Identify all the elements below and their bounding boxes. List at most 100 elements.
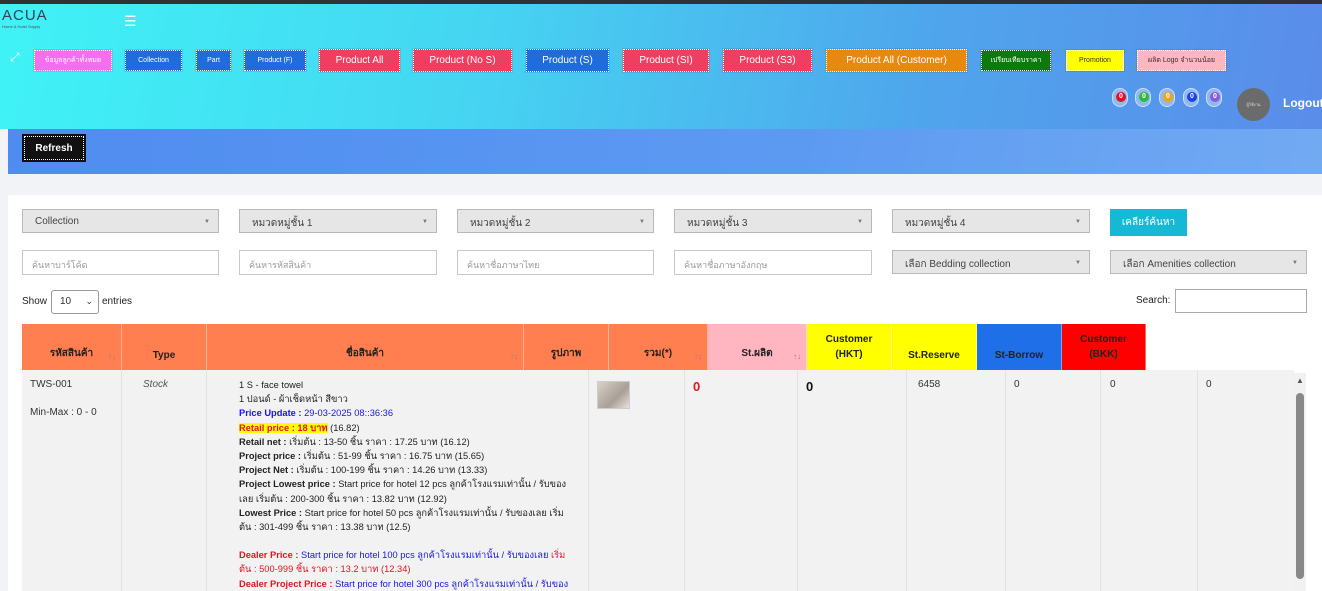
brand-name: ACUA [2, 7, 48, 24]
notification-count: 0 [1116, 92, 1126, 102]
column-header-label: Customer [825, 334, 873, 345]
scroll-up-icon[interactable]: ▲ [1296, 376, 1304, 385]
brand-tagline: Home & Hotel Supply [2, 24, 41, 29]
bedding-collection-select[interactable]: เลือก Bedding collection ▼ [892, 250, 1090, 274]
notification-badge[interactable]: 0 [1206, 88, 1222, 107]
nav-button-5[interactable]: Product (No S) [412, 48, 513, 73]
product-image[interactable] [597, 381, 630, 409]
column-header-label: St.ผลิต [741, 348, 773, 359]
column-header-label: Customer [1080, 334, 1127, 345]
scrollbar-thumb[interactable] [1296, 393, 1304, 579]
thai-name-search-input[interactable]: ค้นหาชื่อภาษาไทย [457, 250, 654, 275]
sort-icon[interactable]: ↑↓ [510, 352, 518, 361]
column-header-label: St-Borrow [994, 350, 1044, 361]
column-header-2[interactable]: ชื่อสินค้า ↑↓ [207, 324, 524, 370]
clear-search-button[interactable]: เคลียร์ค้นหา [1110, 209, 1187, 236]
st-borrow: 0 [1110, 379, 1116, 390]
collection-select-value: Collection [35, 216, 79, 227]
price-update: Price Update : 29-03-2025 08::36:36 [239, 406, 584, 420]
entries-per-page-select[interactable]: 10 ⌄ [51, 290, 99, 314]
column-header-5[interactable]: St.ผลิต ↑↓ [708, 324, 807, 370]
column-header-9: Customer (BKK) [1062, 324, 1146, 370]
category-2-select[interactable]: หมวดหมู่ชั้น 2 ▼ [457, 209, 654, 233]
notification-badge[interactable]: 0 [1135, 88, 1151, 107]
project-lowest-value-2: เลย เริ่มต้น : 200-300 ชิ้น ราคา : 13.82… [239, 493, 447, 504]
dealer-project-price-label: Dealer Project Price : [239, 578, 333, 589]
project-price-label: Project price : [239, 451, 302, 462]
total-stock: 0 [693, 379, 701, 394]
lowest-price-value-2: ต้น : 301-499 ชิ้น ราคา : 13.38 บาท (12.… [239, 522, 411, 533]
column-divider [121, 370, 122, 591]
nav-button-1[interactable]: Collection [124, 49, 183, 72]
logout-button[interactable]: Logout [1283, 96, 1322, 110]
project-price: Project price : เริ่มต้น : 51-99 ชิ้น รา… [239, 449, 584, 463]
menu-toggle-icon[interactable]: ☰ [124, 13, 137, 30]
refresh-bar [8, 129, 1322, 174]
column-header-label: (BKK) [1089, 349, 1118, 360]
brand-logo[interactable]: ACUA Home & Hotel Supply [2, 8, 52, 34]
column-header-label: St.Reserve [908, 350, 960, 361]
table-search-input[interactable] [1175, 289, 1307, 313]
nav-button-3[interactable]: Product (F) [243, 49, 307, 72]
column-header-6: Customer (HKT) [807, 324, 892, 370]
column-header-label: ชื่อสินค้า [345, 348, 385, 359]
nav-button-12[interactable]: ผลิต Logo จำนวนน้อย [1136, 49, 1227, 72]
nav-button-10[interactable]: เปรียบเทียบราคา [980, 49, 1052, 72]
column-divider [1197, 370, 1198, 591]
nav-button-2[interactable]: Part [195, 49, 232, 72]
notification-count: 0 [1163, 92, 1173, 102]
retail-net: Retail net : เริ่มต้น : 13-50 ชิ้น ราคา … [239, 435, 584, 449]
category-2-value: หมวดหมู่ชั้น 2 [470, 218, 531, 229]
sort-icon[interactable]: ↑↓ [108, 352, 116, 361]
project-price-value: เริ่มต้น : 51-99 ชิ้น ราคา : 16.75 บาท (… [303, 451, 485, 462]
nav-button-11[interactable]: Promotion [1065, 49, 1125, 72]
notification-count: 0 [1210, 92, 1220, 102]
amenities-collection-select[interactable]: เลือก Amenities collection ▼ [1110, 250, 1307, 274]
notification-badge[interactable]: 0 [1159, 88, 1175, 107]
category-4-select[interactable]: หมวดหมู่ชั้น 4 ▼ [892, 209, 1090, 233]
chevron-down-icon: ▼ [1075, 260, 1081, 266]
customer-hkt: 6458 [918, 379, 941, 390]
category-3-value: หมวดหมู่ชั้น 3 [687, 218, 748, 229]
column-header-4[interactable]: รวม(*) ↑↓ [609, 324, 708, 370]
sort-icon[interactable]: ↑↓ [694, 352, 702, 361]
retail-price-label: Retail price : 18 บาท [239, 422, 328, 433]
column-header-0[interactable]: รหัสสินค้า ↑↓ [22, 324, 122, 370]
nav-button-7[interactable]: Product (SI) [622, 48, 710, 73]
column-header-label: รหัสสินค้า [49, 348, 94, 359]
column-divider [206, 370, 207, 591]
st-produce: 0 [806, 379, 814, 394]
project-lowest: Project Lowest price : Start price for h… [239, 477, 584, 491]
notification-badge[interactable]: 0 [1183, 88, 1199, 107]
product-name-th: 1 ปอนด์ - ผ้าเช็ดหน้า สีขาว [239, 394, 348, 405]
notification-count: 0 [1139, 92, 1149, 102]
barcode-search-input[interactable]: ค้นหาบาร์โค้ด [22, 250, 219, 275]
product-type: Stock [143, 379, 169, 390]
product-code: TWS-001 [30, 379, 73, 390]
collection-select[interactable]: Collection ▼ [22, 209, 219, 233]
dealer-price: Dealer Price : Start price for hotel 100… [239, 548, 584, 562]
category-1-select[interactable]: หมวดหมู่ชั้น 1 ▼ [239, 209, 437, 233]
refresh-button[interactable]: Refresh [22, 134, 86, 162]
product-description: 1 S - face towel 1 ปอนด์ - ผ้าเช็ดหน้า ส… [239, 378, 584, 591]
show-label: Show [22, 296, 48, 307]
category-3-select[interactable]: หมวดหมู่ชั้น 3 ▼ [674, 209, 872, 233]
column-divider [1100, 370, 1101, 591]
sort-icon[interactable]: ↑↓ [793, 352, 801, 361]
english-name-search-input[interactable]: ค้นหาชื่อภาษาอังกฤษ [674, 250, 872, 275]
product-code-search-input[interactable]: ค้นหารหัสสินค้า [239, 250, 437, 275]
price-update-label: Price Update : [239, 408, 302, 419]
column-divider [588, 370, 589, 591]
search-label: Search: [1136, 295, 1171, 306]
user-avatar[interactable]: ผู้ใช้งาน [1237, 88, 1270, 121]
notification-badge[interactable]: 0 [1112, 88, 1128, 107]
column-header-label: Type [152, 350, 176, 361]
nav-button-6[interactable]: Product (S) [525, 48, 610, 73]
fullscreen-icon[interactable]: ⤢ [10, 50, 20, 65]
nav-button-8[interactable]: Product (S3) [722, 48, 813, 73]
nav-button-4[interactable]: Product All [318, 48, 401, 73]
lowest-price-value: Start price for hotel 50 pcs ลูกค้าโรงแร… [304, 507, 564, 518]
nav-button-0[interactable]: ข้อมูลลูกค้าทั้งหมด [33, 49, 113, 72]
nav-button-9[interactable]: Product All (Customer) [825, 48, 968, 73]
table-row[interactable] [22, 370, 1294, 591]
